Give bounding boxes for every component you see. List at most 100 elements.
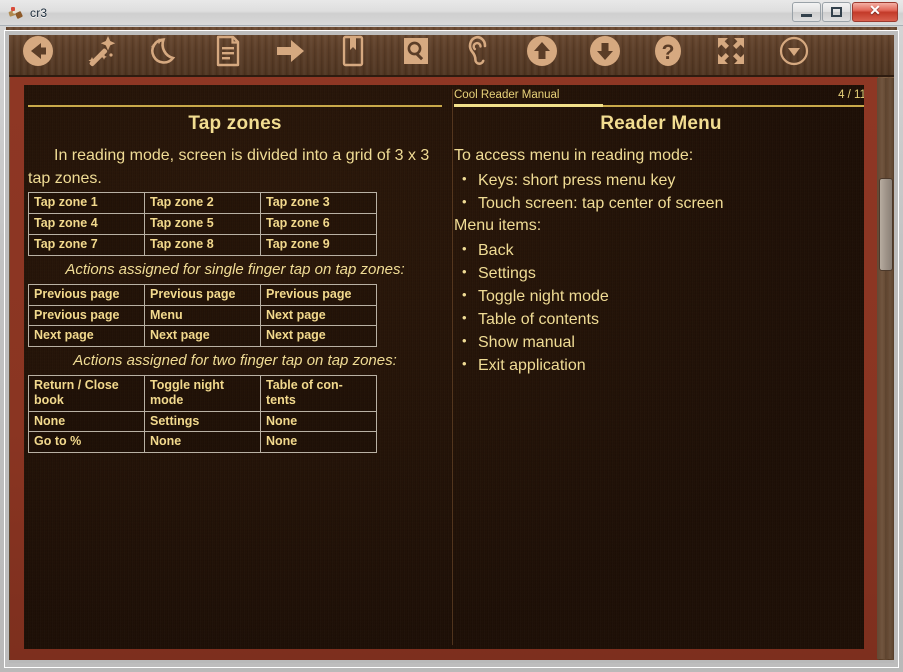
window-title: cr3 [30, 5, 48, 20]
toolbar-document-button[interactable] [195, 27, 258, 75]
magic-wand-icon [88, 36, 115, 67]
list-item: Touch screen: tap center of screen [454, 193, 864, 216]
toolbar-bookmark-button[interactable] [321, 27, 384, 75]
table-row: Tap zone 1 Tap zone 2 Tap zone 3 [28, 192, 377, 215]
toolbar-page-down-button[interactable] [573, 27, 636, 75]
table-cell: None [144, 431, 261, 454]
down-arrow-icon [589, 36, 620, 66]
book-mat: Tap zones In reading mode, screen is div… [10, 77, 878, 660]
table-row: Return / Close book Toggle night mode Tabl… [28, 375, 377, 412]
table-cell: Next page [260, 325, 377, 348]
document-icon [216, 35, 239, 67]
scrollbar-thumb[interactable] [879, 178, 893, 271]
svg-text:?: ? [661, 41, 674, 64]
menu-items-label: Menu items: [454, 217, 542, 235]
reader-menu-title: Reader Menu [600, 113, 722, 134]
table-cell: Table of con-tents [260, 375, 377, 412]
vertical-scrollbar[interactable] [877, 78, 895, 659]
table-cell: Tap zone 1 [28, 192, 145, 215]
right-page-body: Reader Menu To access menu in reading mo… [454, 113, 864, 377]
left-page: Tap zones In reading mode, screen is div… [28, 85, 442, 649]
maximize-icon [831, 7, 842, 17]
table-row: Go to % None None [28, 431, 377, 454]
up-arrow-icon [526, 36, 557, 66]
title-bar-left: cr3 [0, 6, 47, 20]
minimize-icon [801, 13, 812, 17]
table-cell: Toggle night mode [144, 375, 261, 412]
menu-access-list: Keys: short press menu keyTouch screen: … [454, 170, 864, 216]
left-page-header [28, 89, 442, 107]
book-page-area[interactable]: Tap zones In reading mode, screen is div… [24, 85, 864, 649]
single-tap-table: Previous page Previous page Previous page P… [28, 283, 377, 348]
reading-progress-bar [454, 104, 604, 107]
table-row: None Settings None [28, 410, 377, 433]
title-bar: cr3 ✕ [0, 0, 903, 26]
two-finger-table-body: Return / Close book Toggle night mode Tabl… [28, 375, 377, 454]
table-cell: Tap zone 4 [28, 213, 145, 235]
right-page-header: Cool Reader Manual 4 / 11 [454, 89, 864, 107]
toolbar-night-mode-button[interactable] [132, 27, 195, 75]
table-cell: Previous page [28, 283, 145, 306]
toolbar-help-button[interactable]: ? [636, 27, 699, 75]
page-indicator: 4 / 11 [838, 89, 864, 101]
table-cell: Previous page [144, 283, 261, 306]
page-divider [452, 89, 453, 645]
menu-access-line: To access menu in reading mode: [454, 147, 694, 164]
table-cell: Tap zone 9 [260, 233, 377, 256]
window-controls: ✕ [791, 2, 898, 22]
tap-zone-table: Tap zone 1 Tap zone 2 Tap zone 3 Tap zone 4… [28, 192, 377, 256]
forward-arrow-icon [276, 40, 304, 62]
table-row: Previous page Menu Next page [28, 304, 377, 327]
toolbar: ? [6, 27, 897, 77]
list-item: Keys: short press menu key [454, 170, 864, 193]
table-row: Tap zone 4 Tap zone 5 Tap zone 6 [28, 213, 377, 235]
page-title: Tap zones [188, 113, 282, 134]
toolbar-more-button[interactable] [762, 27, 825, 75]
table-cell: Previous page [28, 304, 145, 327]
table-cell: Settings [144, 410, 261, 433]
toolbar-forward-button[interactable] [258, 27, 321, 75]
two-finger-table: Return / Close book Toggle night mode Tabl… [28, 375, 377, 454]
toolbar-page-up-button[interactable] [510, 27, 573, 75]
night-mode-icon [150, 38, 175, 64]
toolbar-settings-button[interactable] [69, 27, 132, 75]
single-tap-table-body: Previous page Previous page Previous page P… [28, 283, 377, 348]
single-tap-caption: Actions assigned for single finger tap o… [65, 260, 405, 278]
table-cell: Tap zone 7 [28, 233, 145, 256]
menu-items-list: BackSettingsToggle night modeTable of co… [454, 240, 864, 377]
table-cell: Tap zone 3 [260, 192, 377, 215]
table-cell: None [28, 410, 145, 433]
list-item: Table of contents [454, 309, 864, 332]
table-cell: Next page [260, 304, 377, 327]
table-cell: Next page [28, 325, 145, 348]
minimize-button[interactable] [792, 2, 821, 22]
table-cell: Tap zone 6 [260, 213, 377, 235]
table-cell: Menu [144, 304, 261, 327]
chevron-down-icon [779, 36, 808, 66]
ear-icon [468, 35, 486, 65]
bookmark-icon [342, 35, 363, 67]
book-title-header: Cool Reader Manual [454, 89, 560, 101]
table-cell: Go to % [28, 431, 145, 454]
close-icon: ✕ [869, 4, 881, 19]
close-button[interactable]: ✕ [852, 2, 898, 22]
table-cell: None [260, 431, 377, 454]
toolbar-back-button[interactable] [6, 27, 69, 75]
toolbar-tts-button[interactable] [447, 27, 510, 75]
list-item: Settings [454, 263, 864, 286]
table-row: Previous page Previous page Previous page [28, 283, 377, 306]
left-page-body: Tap zones In reading mode, screen is div… [28, 113, 442, 454]
table-cell: Previous page [260, 283, 377, 306]
list-item: Back [454, 240, 864, 263]
search-icon [403, 38, 428, 64]
table-cell: Return / Close book [28, 375, 145, 412]
left-header-rule [28, 105, 442, 107]
maximize-button[interactable] [822, 2, 851, 22]
table-cell: Next page [144, 325, 261, 348]
table-row: Next page Next page Next page [28, 325, 377, 348]
tap-zone-table-body: Tap zone 1 Tap zone 2 Tap zone 3 Tap zone 4… [28, 192, 377, 256]
book-frame: Tap zones In reading mode, screen is div… [6, 77, 897, 660]
toolbar-search-button[interactable] [384, 27, 447, 75]
toolbar-fullscreen-button[interactable] [699, 27, 762, 75]
table-cell: Tap zone 2 [144, 192, 261, 215]
